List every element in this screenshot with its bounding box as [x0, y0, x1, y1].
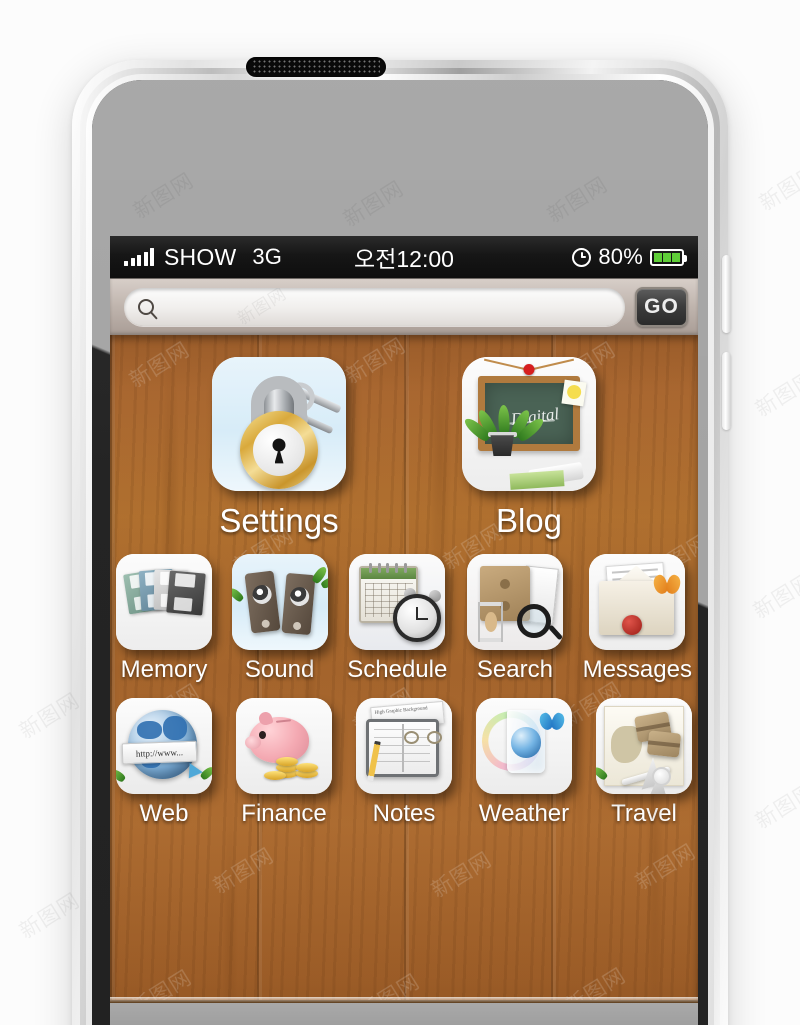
watermark: 新图网 — [427, 847, 496, 903]
battery-percent-label: 80% — [598, 244, 643, 269]
volume-up-button[interactable] — [722, 255, 731, 333]
app-label: Schedule — [347, 656, 448, 683]
watermark: 新图网 — [751, 366, 800, 422]
watermark: 新图网 — [209, 843, 278, 899]
status-bar: SHOW 3G 오전12:00 80% — [110, 236, 698, 278]
app-grid-row-1: Memory Sound Schedule Search Messages — [110, 540, 698, 684]
glass-globe-icon — [476, 698, 572, 794]
search-bar: 新图网 GO — [110, 278, 698, 335]
app-weather[interactable]: Weather — [476, 698, 572, 828]
app-label: Settings — [219, 502, 339, 539]
home-screen-wallpaper: 新图网 新图网 新图网 新图网 新图网 新图网 新图网 新图网 新图网 新图网 … — [110, 335, 698, 1025]
app-travel[interactable]: Travel — [596, 698, 692, 828]
app-messages[interactable]: Messages — [583, 554, 692, 684]
bottom-dock — [110, 997, 698, 1025]
calendar-clock-icon — [349, 554, 446, 650]
network-type-label: 3G — [252, 244, 283, 269]
battery-icon — [650, 248, 687, 266]
phone-screen: SHOW 3G 오전12:00 80% 新图网 GO 新图网 新图网 新图网 新… — [110, 236, 698, 1025]
watermark: 新图网 — [751, 778, 800, 834]
app-label: Travel — [611, 800, 677, 827]
app-label: Blog — [495, 502, 563, 539]
app-blog[interactable]: Digital Blog — [462, 357, 596, 540]
app-schedule[interactable]: Schedule — [347, 554, 447, 684]
app-settings[interactable]: Settings — [212, 357, 346, 540]
status-bar-right: 80% — [572, 244, 687, 270]
app-web[interactable]: http://www... Web — [116, 698, 212, 828]
app-notes[interactable]: High Graphic Background Notes — [356, 698, 452, 828]
app-sound[interactable]: Sound — [231, 554, 328, 684]
go-button[interactable]: GO — [635, 287, 688, 327]
speakers-icon — [231, 554, 328, 650]
volume-down-button[interactable] — [722, 352, 731, 430]
notebook-icon: High Graphic Background — [356, 698, 452, 794]
url-text: http://www... — [121, 740, 197, 765]
app-label: Memory — [120, 656, 208, 683]
featured-app-row: Settings Digital Blog — [110, 335, 698, 540]
floppy-disk-icon — [116, 554, 212, 650]
app-grid-row-2: http://www... Web Finance High Graphic B… — [110, 684, 698, 828]
watermark: 新图网 — [749, 568, 800, 624]
app-search[interactable]: Search — [466, 554, 563, 684]
globe-browser-icon: http://www... — [116, 698, 212, 794]
app-label: Search — [476, 656, 553, 683]
signal-bars-icon — [124, 248, 154, 266]
piggy-bank-icon — [236, 698, 332, 794]
envelope-butterfly-icon — [589, 554, 686, 650]
app-finance[interactable]: Finance — [236, 698, 332, 828]
app-label: Finance — [241, 800, 327, 827]
app-label: Web — [139, 800, 189, 827]
earpiece-speaker-grille — [246, 57, 386, 77]
search-input[interactable] — [163, 297, 611, 317]
search-field-container[interactable]: 新图网 — [124, 288, 625, 326]
clock-icon — [572, 247, 592, 267]
clock-label: 오전12:00 — [354, 246, 454, 272]
app-label: Notes — [372, 800, 436, 827]
watermark: 新图网 — [631, 839, 698, 895]
magnifier-documents-icon — [466, 554, 563, 650]
app-label: Messages — [582, 656, 692, 683]
speaker-mesh — [252, 59, 380, 75]
app-label: Sound — [244, 656, 315, 683]
screenshot-stage: 新图网 新图网 新图网 SHOW 3G 오전12:00 80% — [0, 0, 800, 1025]
magnifier-icon — [138, 299, 154, 315]
watermark: 新图网 — [755, 160, 800, 216]
app-memory[interactable]: Memory — [116, 554, 212, 684]
padlock-icon — [212, 357, 346, 491]
suitcase-plane-icon — [596, 698, 692, 794]
status-bar-left: SHOW 3G — [124, 244, 282, 271]
app-label: Weather — [478, 800, 570, 827]
carrier-label: SHOW — [164, 243, 237, 270]
chalkboard-icon: Digital — [462, 357, 596, 491]
